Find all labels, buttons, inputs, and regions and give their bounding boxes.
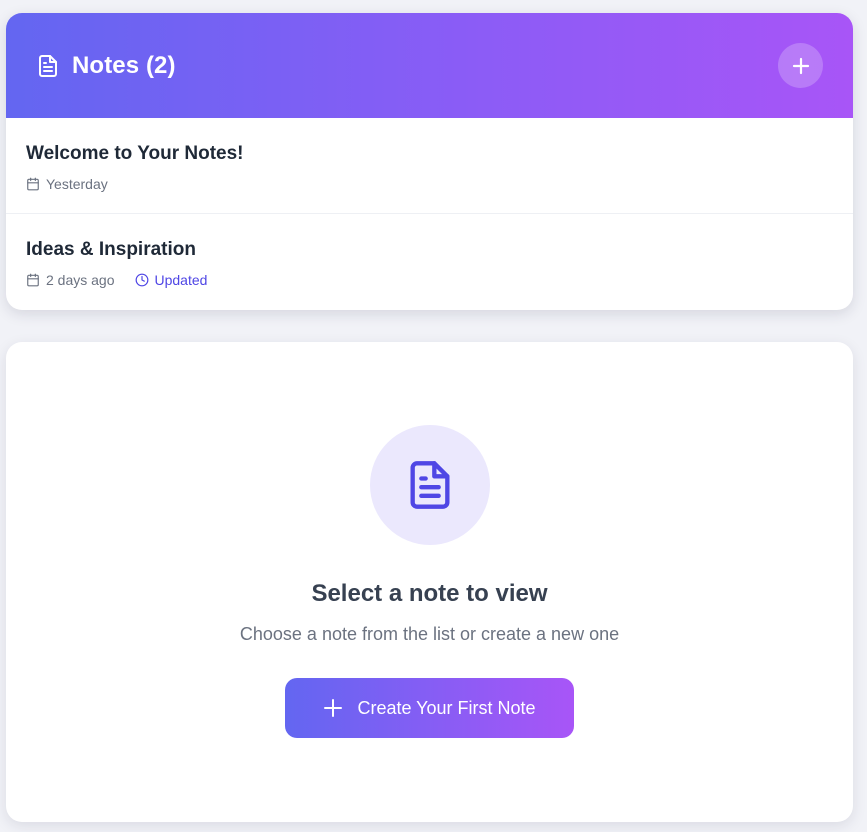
updated-label: Updated: [154, 272, 208, 288]
empty-state-icon-circle: [369, 425, 490, 545]
notes-panel: Notes (2) Welcome to Your Notes! Yesterd…: [6, 13, 853, 310]
note-list-item[interactable]: Ideas & Inspiration 2 days ago Updated: [6, 214, 853, 310]
note-date: 2 days ago: [26, 272, 115, 288]
note-meta: 2 days ago Updated: [26, 272, 833, 288]
note-meta: Yesterday: [26, 176, 833, 192]
note-viewer-panel: Select a note to view Choose a note from…: [6, 342, 853, 822]
note-date-label: Yesterday: [46, 176, 108, 192]
note-list-item[interactable]: Welcome to Your Notes! Yesterday: [6, 118, 853, 214]
create-first-note-button[interactable]: Create Your First Note: [285, 678, 574, 738]
notes-header: Notes (2): [6, 13, 853, 118]
plus-icon: [323, 698, 357, 718]
document-icon: [404, 459, 456, 511]
note-title: Ideas & Inspiration: [26, 239, 196, 260]
calendar-icon: [26, 177, 46, 191]
updated-badge: Updated: [135, 272, 208, 288]
calendar-icon: [26, 273, 46, 287]
document-icon: [36, 54, 60, 78]
note-date: Yesterday: [26, 176, 108, 192]
note-date-label: 2 days ago: [46, 272, 115, 288]
notes-title: Notes (2): [72, 51, 176, 79]
header-left: Notes (2): [36, 52, 176, 80]
plus-icon: [791, 56, 811, 76]
empty-state-subtitle: Choose a note from the list or create a …: [239, 624, 620, 644]
clock-icon: [135, 273, 155, 287]
add-note-button[interactable]: [778, 43, 823, 88]
create-button-label: Create Your First Note: [357, 697, 536, 718]
note-title: Welcome to Your Notes!: [26, 143, 244, 164]
empty-state-title: Select a note to view: [311, 580, 548, 607]
